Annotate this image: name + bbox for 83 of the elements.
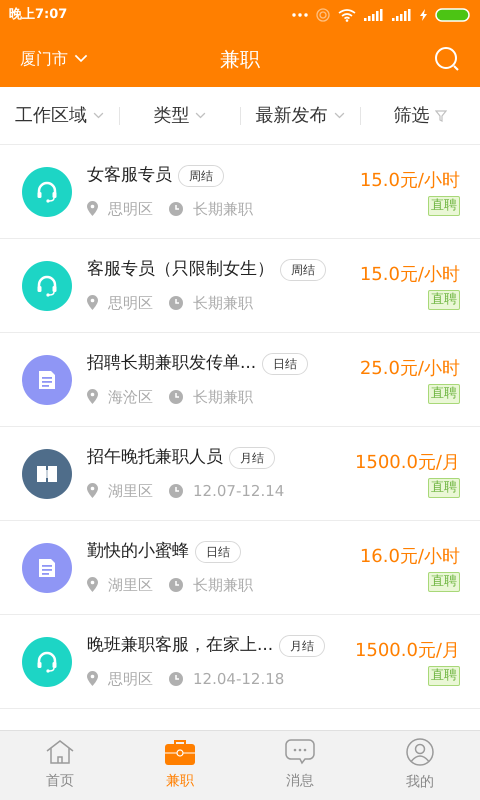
location-pin-icon: [87, 671, 98, 686]
charging-icon: [420, 9, 427, 21]
period-text: 长期兼职: [193, 386, 253, 408]
direct-hire-badge: 直聘: [428, 196, 460, 216]
period-text: 长期兼职: [193, 198, 253, 220]
period-text: 12.07-12.14: [193, 480, 284, 502]
location-pin-icon: [87, 483, 98, 498]
headset-icon: [35, 274, 59, 298]
settlement-tag: 月结: [229, 446, 275, 469]
page-title: 兼职: [220, 46, 260, 72]
job-title: 招聘长期兼职发传单...: [87, 352, 256, 375]
job-list-item[interactable]: 晚班兼职客服，在家上... 月结 思明区 12.04-12.18 1500.0元/月 直聘: [0, 615, 480, 709]
chevron-down-icon: [195, 112, 206, 119]
job-list-item[interactable]: 招午晚托兼职人员 月结 湖里区 12.07-12.14 1500.0元/月 直聘: [0, 427, 480, 521]
home-icon: [45, 739, 75, 765]
settlement-tag: 月结: [279, 634, 326, 657]
filter-dropdown[interactable]: 类型: [153, 102, 206, 129]
direct-hire-badge: 直聘: [428, 572, 460, 592]
filter-dropdown[interactable]: 工作区域: [15, 102, 104, 129]
location-pin-icon: [87, 577, 98, 592]
clock-icon: [169, 484, 183, 498]
settlement-tag: 周结: [178, 164, 224, 187]
settlement-tag: 日结: [262, 352, 308, 375]
clock-icon: [169, 578, 183, 592]
book-icon: [36, 464, 58, 484]
headset-icon: [35, 180, 59, 204]
wifi-icon: [338, 8, 356, 22]
more-dots-icon: [292, 13, 308, 17]
period-text: 长期兼职: [193, 292, 253, 314]
pay-rate: 25.0元/小时: [360, 357, 460, 381]
job-title: 招午晚托兼职人员: [87, 446, 223, 469]
clock-icon: [169, 202, 183, 216]
user-icon: [406, 738, 434, 766]
job-list-item[interactable]: 女客服专员 周结 思明区 长期兼职 15.0元/小时 直聘: [0, 145, 480, 239]
location-pin-icon: [87, 389, 98, 404]
settlement-tag: 周结: [280, 258, 326, 281]
signal-icon: [392, 9, 412, 21]
clock-icon: [169, 390, 183, 404]
pay-rate: 15.0元/小时: [360, 263, 460, 287]
direct-hire-badge: 直聘: [428, 478, 460, 498]
pay-rate: 1500.0元/月: [354, 639, 460, 663]
document-icon: [36, 368, 58, 390]
settlement-tag: 日结: [195, 540, 241, 563]
job-list-item[interactable]: 客服专员（只限制女生） 周结 思明区 长期兼职 15.0元/小时 直聘: [0, 239, 480, 333]
pay-rate: 16.0元/小时: [360, 545, 460, 569]
job-title: 勤快的小蜜蜂: [87, 540, 189, 563]
location-pin-icon: [87, 201, 98, 216]
document-icon: [36, 556, 58, 578]
chat-bubble-icon: [285, 739, 315, 765]
filter-dropdown[interactable]: 筛选: [393, 102, 448, 129]
hotspot-icon: [316, 8, 330, 22]
filter-icon: [435, 110, 448, 122]
period-text: 12.04-12.18: [193, 668, 284, 690]
chevron-down-icon: [93, 112, 104, 119]
district-text: 湖里区: [108, 480, 153, 502]
district-text: 思明区: [108, 198, 153, 220]
filter-dropdown[interactable]: 最新发布: [256, 102, 345, 129]
headset-icon: [35, 650, 59, 674]
district-text: 思明区: [108, 668, 153, 690]
briefcase-icon: [165, 739, 195, 765]
period-text: 长期兼职: [193, 574, 253, 596]
clock-icon: [169, 296, 183, 310]
pay-rate: 15.0元/小时: [360, 169, 460, 193]
job-list-item[interactable]: 招聘长期兼职发传单... 日结 海沧区 长期兼职 25.0元/小时 直聘: [0, 333, 480, 427]
direct-hire-badge: 直聘: [428, 290, 460, 310]
battery-icon: [435, 8, 471, 22]
district-text: 海沧区: [108, 386, 153, 408]
district-text: 湖里区: [108, 574, 153, 596]
pay-rate: 1500.0元/月: [354, 451, 460, 475]
chevron-down-icon: [334, 112, 345, 119]
status-time: 晚上7:07: [9, 6, 68, 24]
job-title: 客服专员（只限制女生）: [87, 258, 274, 281]
direct-hire-badge: 直聘: [428, 666, 460, 686]
district-text: 思明区: [108, 292, 153, 314]
job-list-item[interactable]: 勤快的小蜜蜂 日结 湖里区 长期兼职 16.0元/小时 直聘: [0, 521, 480, 615]
job-title: 晚班兼职客服，在家上...: [87, 634, 274, 657]
direct-hire-badge: 直聘: [428, 384, 460, 404]
search-icon[interactable]: [434, 46, 460, 72]
chevron-down-icon: [74, 54, 88, 63]
signal-icon: [364, 9, 384, 21]
location-pin-icon: [87, 295, 98, 310]
clock-icon: [169, 672, 183, 686]
job-title: 女客服专员: [87, 164, 172, 187]
